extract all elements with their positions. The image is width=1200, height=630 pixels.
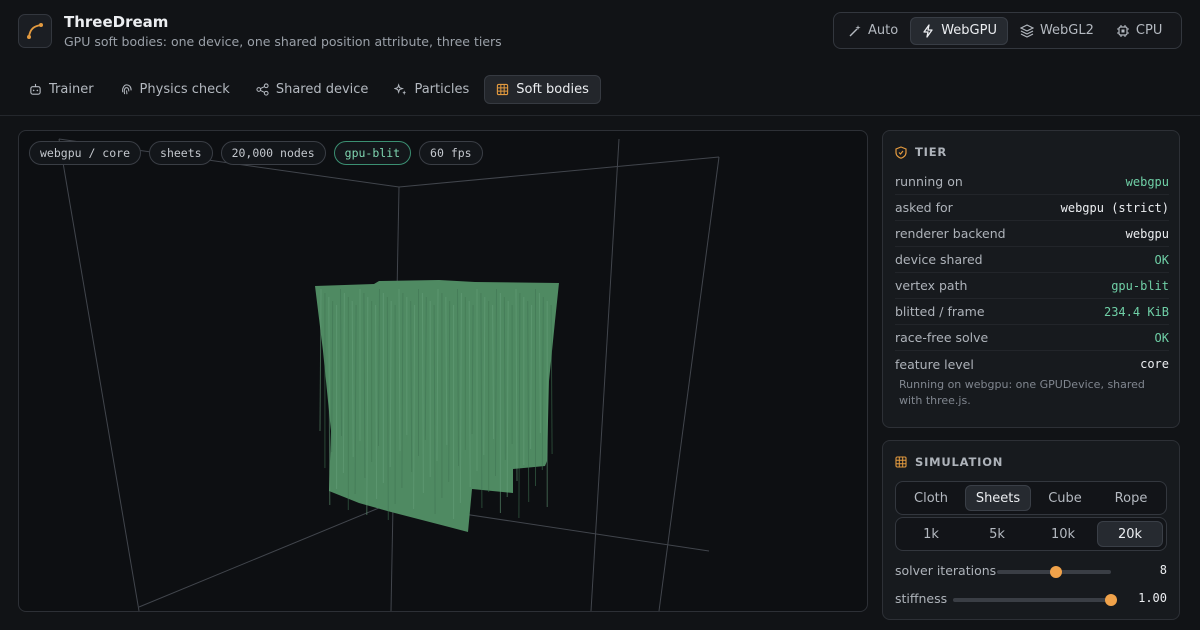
tab-trainer-label: Trainer bbox=[49, 82, 94, 97]
tier-row-renderer-backend: renderer backend webgpu bbox=[895, 221, 1169, 247]
tier-note: Running on webgpu: one GPUDevice, shared… bbox=[899, 378, 1145, 407]
tab-soft-bodies[interactable]: Soft bodies bbox=[484, 75, 601, 104]
chip-backend: webgpu / core bbox=[29, 141, 142, 165]
count-20k-button[interactable]: 20k bbox=[1097, 521, 1163, 547]
tier-key: blitted / frame bbox=[895, 304, 985, 319]
tier-key: vertex path bbox=[895, 278, 968, 293]
stiffness-row: stiffness 1.00 bbox=[895, 589, 1167, 609]
tier-key: feature level bbox=[895, 356, 974, 372]
lightning-icon bbox=[923, 23, 933, 38]
count-selector: 1k 5k 10k 20k bbox=[895, 517, 1167, 551]
simulation-viewport[interactable]: webgpu / core sheets 20,000 nodes gpu-bl… bbox=[18, 130, 868, 612]
tier-row-running-on: running on webgpu bbox=[895, 169, 1169, 195]
tier-key: asked for bbox=[895, 200, 953, 215]
count-5k-button[interactable]: 5k bbox=[965, 521, 1029, 547]
robot-icon bbox=[30, 83, 41, 95]
tier-value: webgpu bbox=[1125, 174, 1169, 189]
chip-icon bbox=[1116, 24, 1129, 37]
tier-row-blitted-frame: blitted / frame 234.4 KiB bbox=[895, 299, 1169, 325]
tier-row-feature-level: feature level core bbox=[895, 351, 1169, 377]
mode-selector: Cloth Sheets Cube Rope bbox=[895, 481, 1167, 515]
solver-iterations-row: solver iterations 8 bbox=[895, 561, 1167, 581]
backend-switch: Auto WebGPU WebGL2 CPU bbox=[833, 12, 1182, 49]
layers-icon bbox=[1019, 23, 1034, 38]
mode-cloth-button[interactable]: Cloth bbox=[899, 485, 963, 511]
count-1k-button[interactable]: 1k bbox=[899, 521, 963, 547]
backend-cpu-button[interactable]: CPU bbox=[1106, 17, 1172, 45]
logo bbox=[18, 14, 52, 48]
solver-iterations-knob[interactable] bbox=[1050, 566, 1063, 578]
tier-value: gpu-blit bbox=[1111, 278, 1169, 293]
share-icon bbox=[256, 83, 269, 96]
status-chips: webgpu / core sheets 20,000 nodes gpu-bl… bbox=[29, 141, 483, 165]
nav-tabs: Trainer Physics check Shared device Part… bbox=[18, 75, 601, 104]
solver-iterations-label: solver iterations bbox=[895, 563, 997, 578]
tier-value: core bbox=[1140, 357, 1169, 371]
tier-key: renderer backend bbox=[895, 226, 1006, 241]
mode-sheets-button[interactable]: Sheets bbox=[965, 485, 1031, 511]
tier-heading: TIER bbox=[895, 145, 947, 159]
tab-shared-device-label: Shared device bbox=[275, 82, 369, 97]
backend-webgpu-label: WebGPU bbox=[941, 23, 997, 38]
mode-rope-button[interactable]: Rope bbox=[1099, 485, 1163, 511]
tier-heading-label: TIER bbox=[915, 145, 948, 159]
backend-webgpu-button[interactable]: WebGPU bbox=[910, 16, 1008, 45]
app-header: ThreeDream GPU soft bodies: one device, … bbox=[0, 0, 1200, 62]
backend-cpu-label: CPU bbox=[1135, 23, 1163, 38]
backend-auto-button[interactable]: Auto bbox=[838, 17, 908, 45]
tier-key: running on bbox=[895, 174, 963, 189]
tier-value: OK bbox=[1154, 330, 1169, 345]
tab-trainer[interactable]: Trainer bbox=[18, 75, 105, 104]
tier-panel: TIER running on webgpu asked for webgpu … bbox=[882, 130, 1180, 428]
backend-webgl2-button[interactable]: WebGL2 bbox=[1010, 17, 1104, 45]
curve-icon bbox=[27, 23, 43, 39]
app-subtitle: GPU soft bodies: one device, one shared … bbox=[64, 34, 502, 49]
stiffness-value: 1.00 bbox=[1138, 591, 1167, 605]
stiffness-slider[interactable] bbox=[953, 598, 1111, 602]
tier-key: device shared bbox=[895, 252, 983, 267]
simulation-panel: SIMULATION Cloth Sheets Cube Rope 1k 5k … bbox=[882, 440, 1180, 620]
shield-icon bbox=[895, 145, 907, 159]
tab-particles[interactable]: Particles bbox=[383, 75, 480, 104]
simulation-heading-label: SIMULATION bbox=[915, 455, 1004, 469]
tier-value: 234.4 KiB bbox=[1103, 304, 1169, 319]
solver-iterations-value: 8 bbox=[1159, 563, 1167, 577]
app-title: ThreeDream bbox=[64, 13, 169, 31]
mode-cube-button[interactable]: Cube bbox=[1033, 485, 1097, 511]
tier-value: OK bbox=[1154, 252, 1169, 267]
grid-icon bbox=[497, 83, 509, 96]
tier-row-race-free-solve: race-free solve OK bbox=[895, 325, 1169, 351]
tier-row-device-shared: device shared OK bbox=[895, 247, 1169, 273]
backend-auto-label: Auto bbox=[868, 23, 899, 38]
count-10k-button[interactable]: 10k bbox=[1031, 521, 1095, 547]
tab-particles-label: Particles bbox=[414, 82, 470, 97]
simulation-heading: SIMULATION bbox=[895, 455, 1003, 469]
tier-row-vertex-path: vertex path gpu-blit bbox=[895, 273, 1169, 299]
chip-fps: 60 fps bbox=[419, 141, 483, 165]
chip-mode: sheets bbox=[149, 141, 213, 165]
header-divider bbox=[0, 115, 1200, 116]
tier-value: webgpu bbox=[1125, 226, 1169, 241]
tab-shared-device[interactable]: Shared device bbox=[245, 75, 380, 104]
tab-soft-bodies-label: Soft bodies bbox=[516, 82, 589, 97]
chip-vertex-path: gpu-blit bbox=[333, 141, 412, 165]
chip-node-count: 20,000 nodes bbox=[220, 141, 326, 165]
scene-canvas[interactable] bbox=[19, 131, 868, 612]
backend-webgl2-label: WebGL2 bbox=[1039, 23, 1094, 38]
grid-icon bbox=[895, 456, 907, 468]
tier-key: race-free solve bbox=[895, 330, 989, 345]
tier-row-asked-for: asked for webgpu (strict) bbox=[895, 195, 1169, 221]
tier-value: webgpu (strict) bbox=[1060, 200, 1169, 215]
stiffness-label: stiffness bbox=[895, 591, 948, 606]
tab-physics-check[interactable]: Physics check bbox=[109, 75, 241, 104]
tab-physics-check-label: Physics check bbox=[139, 82, 230, 97]
wand-icon bbox=[849, 24, 861, 36]
sparkles-icon bbox=[394, 83, 407, 96]
fingerprint-icon bbox=[121, 84, 132, 95]
stiffness-knob[interactable] bbox=[1105, 594, 1117, 606]
